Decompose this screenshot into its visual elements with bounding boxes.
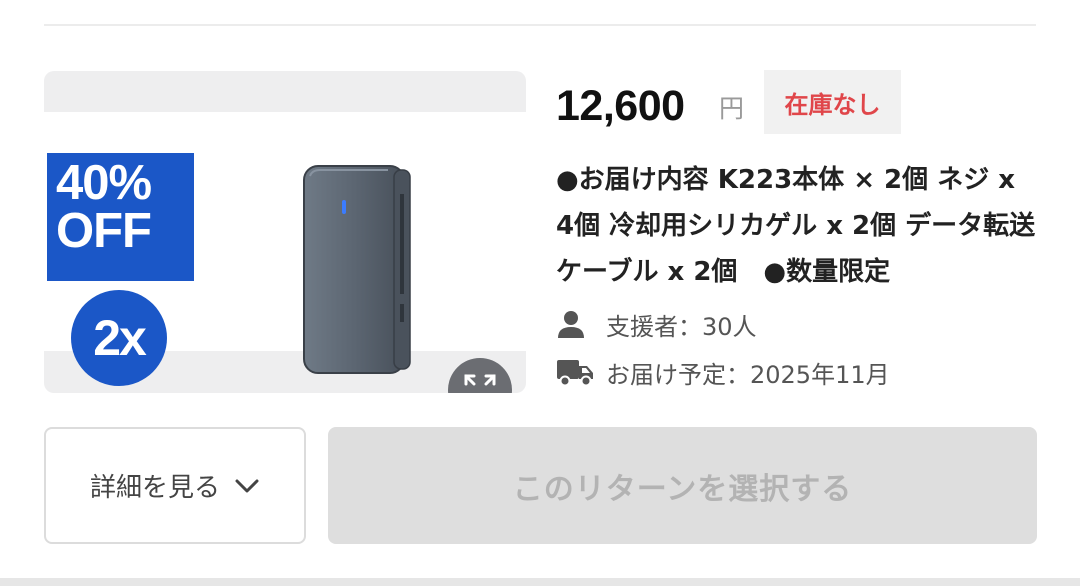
- quantity-badge: 2x: [71, 290, 167, 386]
- expand-image-button[interactable]: [448, 358, 512, 393]
- currency-label: 円: [719, 94, 745, 123]
- person-icon: [556, 305, 594, 343]
- chevron-down-icon: [234, 478, 260, 494]
- select-reward-button[interactable]: このリターンを選択する: [328, 427, 1037, 544]
- bottom-divider: [0, 578, 1080, 586]
- view-details-button[interactable]: 詳細を見る: [44, 427, 306, 544]
- reward-description: ●お届け内容 K223本体 × 2個 ネジ x 4個 冷却用シリカゲル x 2個…: [556, 165, 1036, 287]
- product-image: 40% OFF 2x: [44, 112, 526, 393]
- discount-off-label: OFF: [56, 204, 152, 258]
- discount-percent: 40%: [56, 156, 152, 210]
- view-details-label: 詳細を見る: [89, 473, 220, 503]
- storage-device-image: [303, 165, 411, 374]
- product-image-card[interactable]: 40% OFF 2x: [44, 71, 526, 393]
- supporters-count: 支援者：30人: [606, 312, 757, 341]
- delivery-date: お届け予定：2025年11月: [606, 360, 890, 389]
- delivery-row: お届け予定：2025年11月: [556, 353, 890, 391]
- stock-status-badge: 在庫なし: [764, 70, 901, 134]
- supporters-row: 支援者：30人: [556, 305, 757, 343]
- expand-icon: [464, 374, 496, 386]
- price-amount: 12,600: [556, 82, 685, 130]
- discount-badge: 40% OFF: [47, 153, 194, 281]
- truck-icon: [556, 353, 594, 391]
- top-divider: [44, 24, 1036, 26]
- select-reward-label: このリターンを選択する: [512, 471, 853, 507]
